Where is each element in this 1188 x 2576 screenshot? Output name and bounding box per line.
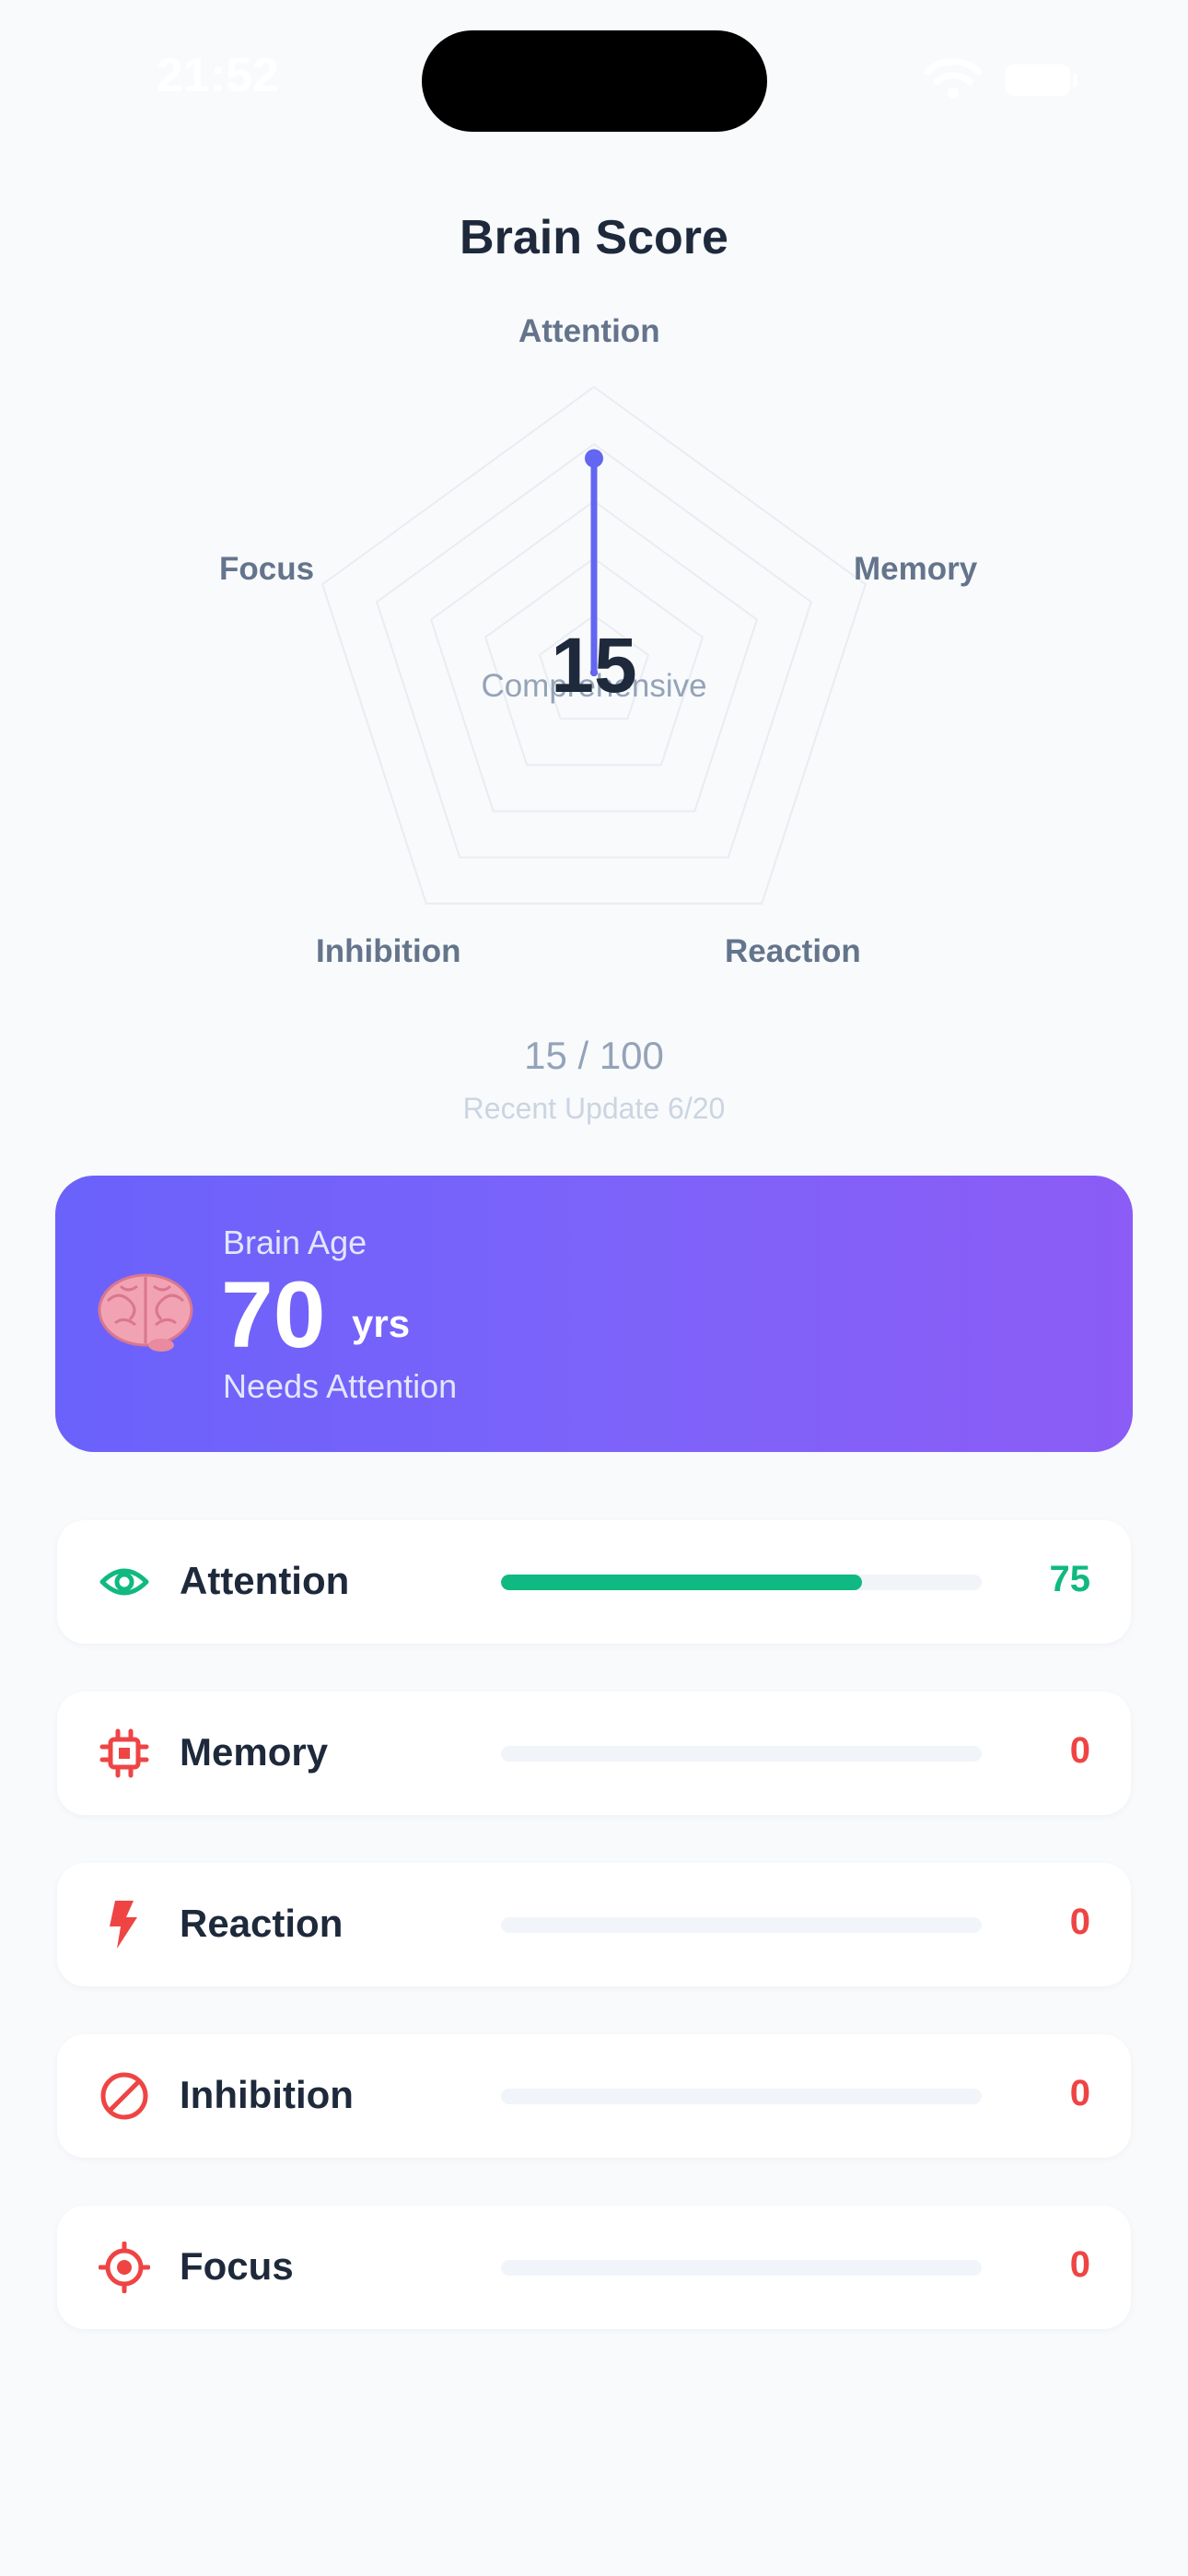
target-icon bbox=[99, 2242, 150, 2293]
brain-age-value: 70 bbox=[221, 1262, 326, 1367]
recent-update: Recent Update 6/20 bbox=[462, 1092, 726, 1125]
battery-icon bbox=[1006, 64, 1077, 96]
metric-progress-track bbox=[501, 2089, 982, 2104]
screen: 21:52 Brain Score Attention Memory React… bbox=[0, 0, 1188, 2576]
axis-label-memory: Memory bbox=[854, 551, 978, 587]
chip-icon bbox=[99, 1728, 149, 1778]
brain-age-status: Needs Attention bbox=[223, 1367, 458, 1405]
metric-label: Reaction bbox=[180, 1902, 344, 1945]
metric-label: Focus bbox=[180, 2244, 294, 2288]
status-time: 21:52 bbox=[157, 49, 279, 102]
metric-value: 0 bbox=[1069, 1730, 1090, 1771]
eye-icon bbox=[99, 1568, 149, 1596]
ban-icon bbox=[100, 2072, 148, 2120]
axis-label-reaction: Reaction bbox=[725, 933, 861, 969]
page-title: Brain Score bbox=[460, 211, 728, 264]
metric-progress-track bbox=[501, 1746, 982, 1762]
wifi-icon bbox=[924, 58, 983, 99]
metric-progress-track bbox=[501, 2260, 982, 2276]
metric-row-reaction[interactable]: Reaction 0 bbox=[57, 1863, 1131, 1986]
radar-point-attention bbox=[585, 449, 603, 468]
dynamic-island bbox=[422, 30, 767, 132]
metric-row-focus[interactable]: Focus 0 bbox=[57, 2206, 1131, 2329]
metric-progress-fill bbox=[501, 1575, 862, 1590]
status-bar: 21:52 bbox=[0, 0, 1188, 157]
metric-row-attention[interactable]: Attention 75 bbox=[57, 1520, 1131, 1644]
axis-label-focus: Focus bbox=[219, 551, 315, 587]
score-total: 15 / 100 bbox=[524, 1034, 664, 1077]
metric-label: Attention bbox=[180, 1559, 350, 1602]
metric-value: 75 bbox=[1049, 1559, 1091, 1599]
metric-value: 0 bbox=[1069, 2244, 1090, 2285]
metric-row-inhibition[interactable]: Inhibition 0 bbox=[57, 2034, 1131, 2158]
center-score: 15 bbox=[551, 622, 637, 708]
brain-age-unit: yrs bbox=[352, 1302, 411, 1345]
metric-value: 0 bbox=[1069, 1902, 1090, 1942]
metric-value: 0 bbox=[1069, 2073, 1090, 2113]
metric-label: Inhibition bbox=[180, 2073, 354, 2116]
brain-age-card[interactable]: Brain Age 70 yrs Needs Attention bbox=[55, 1176, 1133, 1452]
metric-progress-track bbox=[501, 1917, 982, 1933]
brain-age-label: Brain Age bbox=[223, 1224, 367, 1261]
radar-chart: Attention Memory Reaction Inhibition Foc… bbox=[0, 276, 1188, 1013]
metric-label: Memory bbox=[180, 1730, 329, 1774]
metric-row-memory[interactable]: Memory 0 bbox=[57, 1692, 1131, 1815]
axis-label-attention: Attention bbox=[518, 313, 660, 349]
brain-icon bbox=[98, 1273, 193, 1352]
metric-progress-track bbox=[501, 1575, 982, 1590]
bolt-icon bbox=[110, 1901, 137, 1949]
axis-label-inhibition: Inhibition bbox=[316, 933, 461, 969]
